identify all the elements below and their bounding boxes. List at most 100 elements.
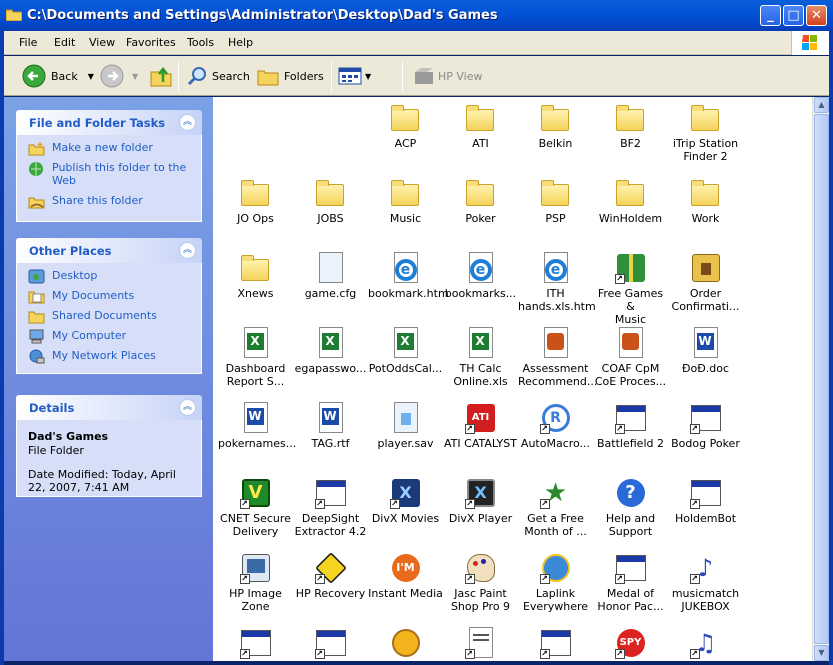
file-item[interactable]: ↗ xyxy=(443,627,518,661)
back-button[interactable]: Back ▼ xyxy=(22,63,94,89)
collapse-chevron-icon[interactable]: ︽ xyxy=(179,114,196,131)
chevron-down-icon[interactable]: ▼ xyxy=(132,72,138,81)
file-item[interactable]: ★ ↗ Get a Free Month of ... xyxy=(518,477,593,538)
file-item[interactable]: Poker xyxy=(443,177,518,225)
file-item[interactable]: ↗ Free Games & Music xyxy=(593,252,668,326)
file-item[interactable]: ↗ xyxy=(518,627,593,661)
file-item[interactable]: X Dashboard Report S... xyxy=(218,327,293,388)
file-item[interactable]: Wpokernames... xyxy=(218,402,296,450)
file-item[interactable]: W ÐoÐ.doc xyxy=(668,327,743,375)
window-title: C:\Documents and Settings\Administrator\… xyxy=(27,8,498,23)
views-button[interactable]: ▼ xyxy=(338,63,371,89)
file-item[interactable]: ↗ Laplink Everywhere xyxy=(518,552,593,613)
cnet-icon: V ↗ xyxy=(239,477,272,509)
file-item[interactable]: ↗ xyxy=(218,627,293,661)
file-item[interactable]: ♪ ↗ musicmatch JUKEBOX xyxy=(668,552,743,613)
file-item[interactable]: iTrip Station Finder 2 xyxy=(668,102,743,163)
file-item[interactable]: Assessment Recommend... xyxy=(518,327,597,388)
file-item[interactable]: V ↗ CNET Secure Delivery xyxy=(218,477,293,538)
collapse-chevron-icon[interactable]: ︽ xyxy=(179,399,196,416)
place-desktop[interactable]: Desktop xyxy=(28,269,201,284)
file-item[interactable]: ↗ DeepSight Extractor 4.2 xyxy=(293,477,368,538)
folder-icon xyxy=(690,177,722,209)
file-label: iTrip Station Finder 2 xyxy=(672,137,739,163)
minimize-button[interactable]: _ xyxy=(760,5,781,26)
desktop-icon xyxy=(28,269,45,284)
place-my-computer[interactable]: My Computer xyxy=(28,329,201,344)
file-item[interactable]: W TAG.rtf xyxy=(293,402,368,450)
file-item[interactable]: Belkin xyxy=(518,102,593,150)
file-item[interactable]: Xnews xyxy=(218,252,293,300)
file-item[interactable]: JOBS xyxy=(293,177,368,225)
file-item[interactable]: ↗ Medal of Honor Pac... xyxy=(593,552,668,613)
panel-header[interactable]: File and Folder Tasks ︽ xyxy=(16,110,202,135)
file-item[interactable]: e ITH hands.xls.htm xyxy=(518,252,596,313)
music-icon: ♫ ↗ xyxy=(689,629,717,659)
menu-edit[interactable]: Edit xyxy=(54,36,75,49)
chevron-down-icon[interactable]: ▼ xyxy=(365,72,371,81)
file-item[interactable]: ↗ xyxy=(293,627,368,661)
hp-view-button[interactable]: HP View xyxy=(414,63,483,89)
file-item[interactable]: WinHoldem xyxy=(593,177,668,225)
new-folder-icon xyxy=(28,142,45,156)
scroll-down-arrow-icon[interactable]: ▼ xyxy=(814,645,829,661)
task-publish-folder[interactable]: Publish this folder to the Web xyxy=(28,161,201,187)
up-folder-button[interactable] xyxy=(149,63,173,89)
vertical-scrollbar[interactable]: ▲ ▼ xyxy=(812,97,829,661)
file-item[interactable]: Xegapasswo... xyxy=(293,327,368,375)
menu-file[interactable]: File xyxy=(19,36,37,49)
file-item[interactable]: X TH Calc Online.xls xyxy=(443,327,518,388)
close-button[interactable]: ✕ xyxy=(806,5,827,26)
file-item[interactable]: ACP xyxy=(368,102,443,150)
folders-button[interactable]: Folders xyxy=(257,63,324,89)
file-item[interactable]: PSP xyxy=(518,177,593,225)
search-button[interactable]: Search xyxy=(186,63,250,89)
scrollbar-thumb[interactable] xyxy=(814,114,829,644)
file-item[interactable]: ? Help and Support xyxy=(593,477,668,538)
file-item[interactable]: X ↗ DivX Movies xyxy=(368,477,443,525)
file-item[interactable]: ↗ Bodog Poker xyxy=(668,402,743,450)
chevron-down-icon[interactable]: ▼ xyxy=(88,72,94,81)
file-item[interactable]: Work xyxy=(668,177,743,225)
file-item[interactable]: COAF CpM CoE Proces... xyxy=(593,327,668,388)
task-make-new-folder[interactable]: Make a new folder xyxy=(28,141,201,156)
panel-header[interactable]: Other Places ︽ xyxy=(16,238,202,263)
file-item[interactable]: BF2 xyxy=(593,102,668,150)
file-item[interactable]: SPY ↗ xyxy=(593,627,668,661)
file-item[interactable]: ↗ Jasc Paint Shop Pro 9 xyxy=(443,552,518,613)
file-item[interactable]: JO Ops xyxy=(218,177,293,225)
file-item[interactable]: X ↗ DivX Player xyxy=(443,477,518,525)
file-item[interactable]: ♫ ↗ xyxy=(668,627,743,661)
file-item[interactable]: game.cfg xyxy=(293,252,368,300)
file-item[interactable]: ATI ↗ ATI CATALYST xyxy=(443,402,518,450)
file-item[interactable]: e bookmark.htm xyxy=(368,252,449,300)
panel-header[interactable]: Details ︽ xyxy=(16,395,202,420)
file-item[interactable]: e bookmarks... xyxy=(443,252,518,300)
divx-icon: X ↗ xyxy=(389,477,422,509)
scroll-up-arrow-icon[interactable]: ▲ xyxy=(814,97,829,113)
place-shared-documents[interactable]: Shared Documents xyxy=(28,309,201,324)
collapse-chevron-icon[interactable]: ︽ xyxy=(179,242,196,259)
place-my-network-places[interactable]: My Network Places xyxy=(28,349,201,364)
forward-button[interactable]: ▼ xyxy=(100,63,138,89)
file-item[interactable]: I'M Instant Media xyxy=(368,552,443,600)
file-item[interactable]: ↗ HP Recovery xyxy=(293,552,368,600)
menu-favorites[interactable]: Favorites xyxy=(126,36,176,49)
file-item[interactable]: ↗ Battlefield 2 xyxy=(593,402,668,450)
file-item[interactable]: player.sav xyxy=(368,402,443,450)
file-item[interactable]: X PotOddsCal... xyxy=(368,327,443,375)
menu-tools[interactable]: Tools xyxy=(187,36,214,49)
file-item[interactable]: Music xyxy=(368,177,443,225)
file-item[interactable] xyxy=(368,627,443,661)
file-item[interactable]: ATI xyxy=(443,102,518,150)
title-bar[interactable]: C:\Documents and Settings\Administrator\… xyxy=(0,0,833,31)
file-item[interactable]: ↗ HP Image Zone xyxy=(218,552,293,613)
maximize-button[interactable]: □ xyxy=(783,5,804,26)
file-item[interactable]: R ↗ AutoMacro... xyxy=(518,402,593,450)
menu-view[interactable]: View xyxy=(89,36,115,49)
place-my-documents[interactable]: My Documents xyxy=(28,289,201,304)
file-item[interactable]: Order Confirmati... xyxy=(668,252,743,313)
file-item[interactable]: ↗ HoldemBot xyxy=(668,477,743,525)
menu-help[interactable]: Help xyxy=(228,36,253,49)
task-share-folder[interactable]: Share this folder xyxy=(28,194,201,209)
